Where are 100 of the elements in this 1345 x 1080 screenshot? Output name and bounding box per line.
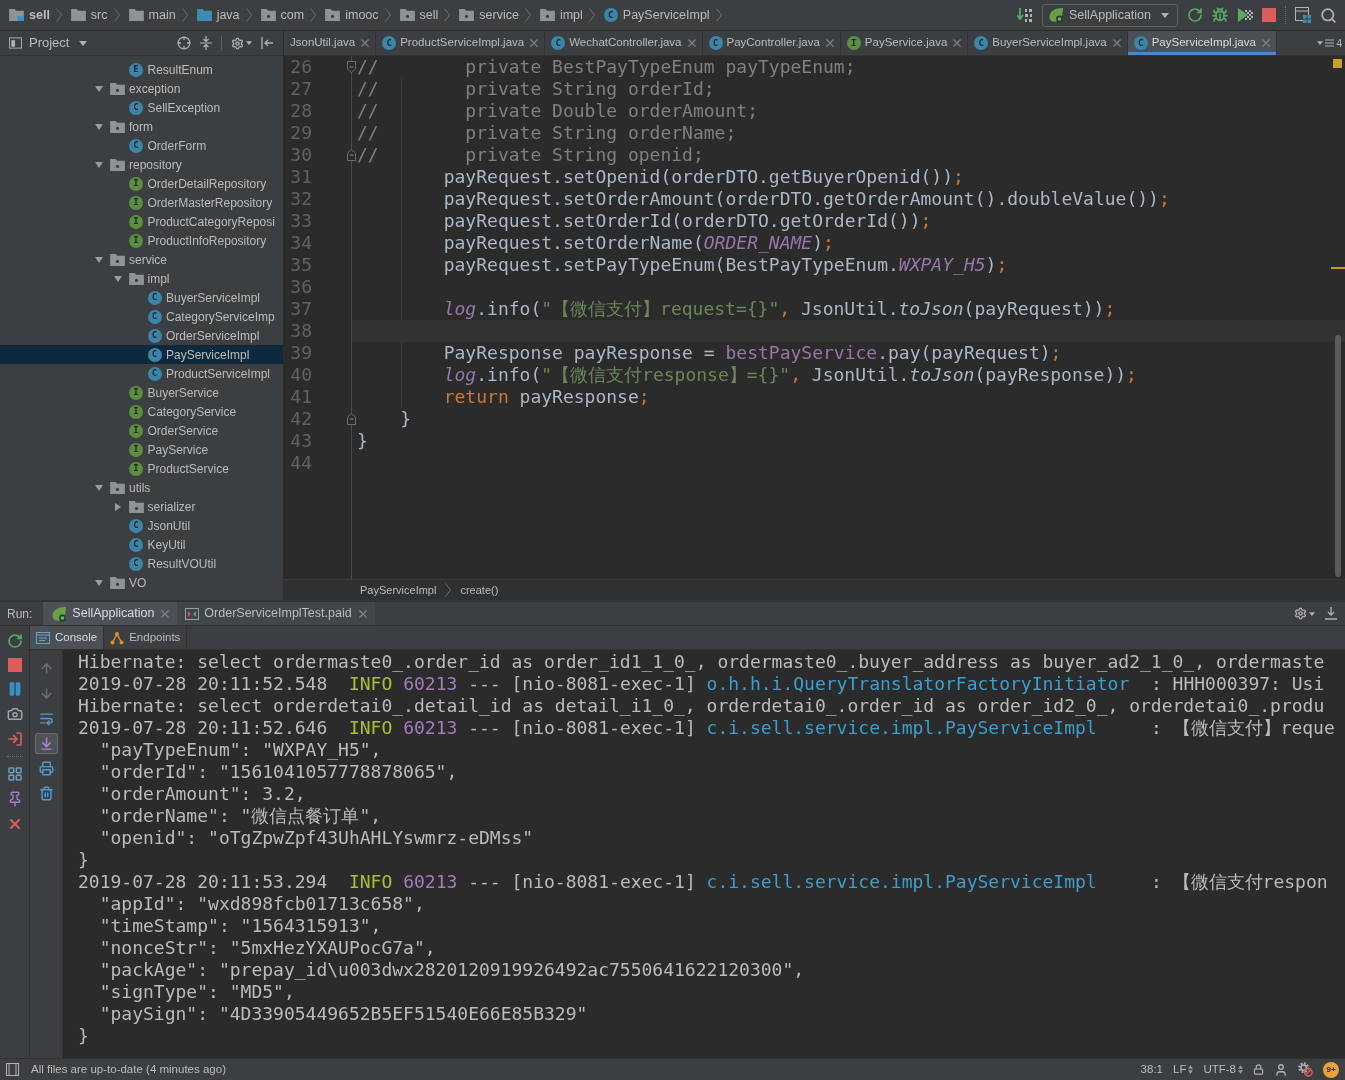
- tree-item[interactable]: I ProductService: [0, 459, 283, 478]
- editor-tab[interactable]: C ProductServiceImpl.java: [376, 31, 546, 55]
- tree-item[interactable]: I CategoryService: [0, 402, 283, 421]
- close-icon[interactable]: [1261, 39, 1270, 47]
- close-icon[interactable]: [361, 39, 370, 47]
- arrow-into-door-icon[interactable]: [6, 731, 23, 747]
- editor-tab[interactable]: C WechatController.java: [545, 31, 703, 55]
- close-icon[interactable]: [1112, 39, 1121, 47]
- tab-overflow-button[interactable]: 4: [1314, 31, 1345, 55]
- breadcrumb-item[interactable]: service: [459, 5, 519, 25]
- tool-tab[interactable]: Endpoints: [104, 626, 188, 649]
- circular-arrow-icon[interactable]: [1187, 7, 1203, 23]
- settings-icon[interactable]: [1294, 607, 1307, 620]
- close-icon[interactable]: [358, 609, 367, 618]
- gear-no-sign-icon[interactable]: [1298, 1062, 1313, 1077]
- grid-window-icon[interactable]: [1295, 7, 1311, 23]
- editor-tab[interactable]: C PayController.java: [702, 31, 841, 55]
- line-separator-button[interactable]: LF: [1173, 1060, 1194, 1079]
- tree-item[interactable]: VO: [0, 573, 283, 592]
- scroll-to-end-button[interactable]: [34, 733, 58, 754]
- editor-tab[interactable]: C PayServiceImpl.java: [1127, 31, 1277, 55]
- breadcrumb-item[interactable]: java: [196, 5, 240, 25]
- triangle-down-icon[interactable]: [95, 160, 103, 169]
- triangle-down-icon[interactable]: [95, 483, 103, 492]
- tree-item[interactable]: I PayService: [0, 440, 283, 459]
- fold-marker-icon[interactable]: [347, 149, 356, 161]
- event-count[interactable]: 9+: [1323, 1061, 1339, 1078]
- arrow-down-to-bar-icon[interactable]: [1325, 607, 1337, 620]
- layout-icon[interactable]: [6, 766, 23, 782]
- tree-item[interactable]: C OrderForm: [0, 136, 283, 155]
- camera-icon[interactable]: [6, 706, 23, 722]
- close-icon[interactable]: [953, 39, 962, 47]
- tree-item[interactable]: service: [0, 250, 283, 269]
- scrollbar-thumb[interactable]: [1335, 335, 1341, 577]
- close-icon[interactable]: [530, 39, 539, 47]
- run-tab[interactable]: SellApplication: [43, 602, 178, 625]
- triangle-down-icon[interactable]: [95, 578, 103, 587]
- stop-icon[interactable]: [7, 658, 22, 672]
- tree-item[interactable]: C JsonUtil: [0, 516, 283, 535]
- triangle-down-icon[interactable]: [95, 84, 103, 93]
- tree-item[interactable]: I OrderDetailRepository: [0, 174, 283, 193]
- circular-arrow-icon[interactable]: [6, 633, 23, 649]
- tree-item[interactable]: impl: [0, 269, 283, 288]
- tree-item[interactable]: E ResultEnum: [0, 60, 283, 79]
- breadcrumb-item[interactable]: src: [70, 5, 108, 25]
- close-icon[interactable]: [825, 39, 834, 47]
- arrow-grid-icon[interactable]: [1017, 7, 1033, 23]
- tool-tab[interactable]: Console: [30, 626, 105, 649]
- tree-item[interactable]: C PayServiceImpl: [0, 345, 283, 364]
- breadcrumb-item[interactable]: impl: [539, 5, 583, 25]
- triangle-right-icon[interactable]: [113, 502, 122, 511]
- encoding-button[interactable]: UTF-8: [1203, 1060, 1243, 1079]
- tree-item[interactable]: C SellException: [0, 98, 283, 117]
- fold-marker-icon[interactable]: [347, 61, 356, 73]
- arrow-to-bar-icon[interactable]: [261, 37, 274, 49]
- tree-item[interactable]: C ResultVOUtil: [0, 554, 283, 573]
- tree-item[interactable]: C ProductServiceImpl: [0, 364, 283, 383]
- breadcrumb-item[interactable]: com: [260, 5, 305, 25]
- tree-item[interactable]: I OrderMasterRepository: [0, 193, 283, 212]
- tree-item[interactable]: C CategoryServiceImp: [0, 307, 283, 326]
- tree-item[interactable]: exception: [0, 79, 283, 98]
- tree-item[interactable]: C KeyUtil: [0, 535, 283, 554]
- run-tab[interactable]: OrderServiceImplTest.paid: [177, 602, 375, 625]
- breadcrumb-item[interactable]: PayServiceImpl: [360, 581, 437, 599]
- tree-item[interactable]: C OrderServiceImpl: [0, 326, 283, 345]
- tree-item[interactable]: I BuyerService: [0, 383, 283, 402]
- bug-icon[interactable]: [1212, 7, 1228, 23]
- crosshair-icon[interactable]: [177, 36, 191, 50]
- fold-marker-icon[interactable]: [347, 413, 356, 425]
- triangle-down-icon[interactable]: [95, 122, 103, 131]
- tree-item[interactable]: utils: [0, 478, 283, 497]
- person-icon[interactable]: [1274, 1062, 1288, 1077]
- lock-icon[interactable]: [1253, 1064, 1264, 1075]
- project-view-dropdown[interactable]: Project: [9, 33, 88, 53]
- square-frame-icon[interactable]: [6, 1063, 19, 1076]
- run-configuration-dropdown[interactable]: SellApplication: [1042, 3, 1178, 27]
- triangle-down-icon[interactable]: [95, 255, 103, 264]
- tree-item[interactable]: form: [0, 117, 283, 136]
- breadcrumb-item[interactable]: sell: [399, 5, 439, 25]
- search-icon[interactable]: [1320, 6, 1337, 24]
- breadcrumb-item[interactable]: C PayServiceImpl: [603, 5, 710, 25]
- tree-item[interactable]: I ProductInfoRepository: [0, 231, 283, 250]
- breadcrumb-item[interactable]: sell: [9, 5, 50, 25]
- breadcrumb-item[interactable]: main: [128, 5, 176, 25]
- tree-item[interactable]: I OrderService: [0, 421, 283, 440]
- tree-item[interactable]: repository: [0, 155, 283, 174]
- tree-item[interactable]: I ProductCategoryReposi: [0, 212, 283, 231]
- tree-item[interactable]: C BuyerServiceImpl: [0, 288, 283, 307]
- breadcrumb-item[interactable]: create(): [460, 581, 499, 599]
- collapse-arrows-icon[interactable]: [200, 36, 212, 50]
- settings-icon[interactable]: [231, 36, 244, 50]
- editor-tab[interactable]: C BuyerServiceImpl.java: [968, 31, 1128, 55]
- editor-tab[interactable]: I PayService.java: [840, 31, 969, 55]
- close-icon[interactable]: [161, 609, 170, 618]
- close-icon[interactable]: [687, 39, 696, 47]
- play-checker-icon[interactable]: [1237, 7, 1253, 23]
- caret-position[interactable]: 38:1: [1140, 1060, 1163, 1079]
- editor-tab[interactable]: JsonUtil.java: [284, 31, 377, 55]
- tree-item[interactable]: serializer: [0, 497, 283, 516]
- triangle-down-icon[interactable]: [113, 274, 122, 283]
